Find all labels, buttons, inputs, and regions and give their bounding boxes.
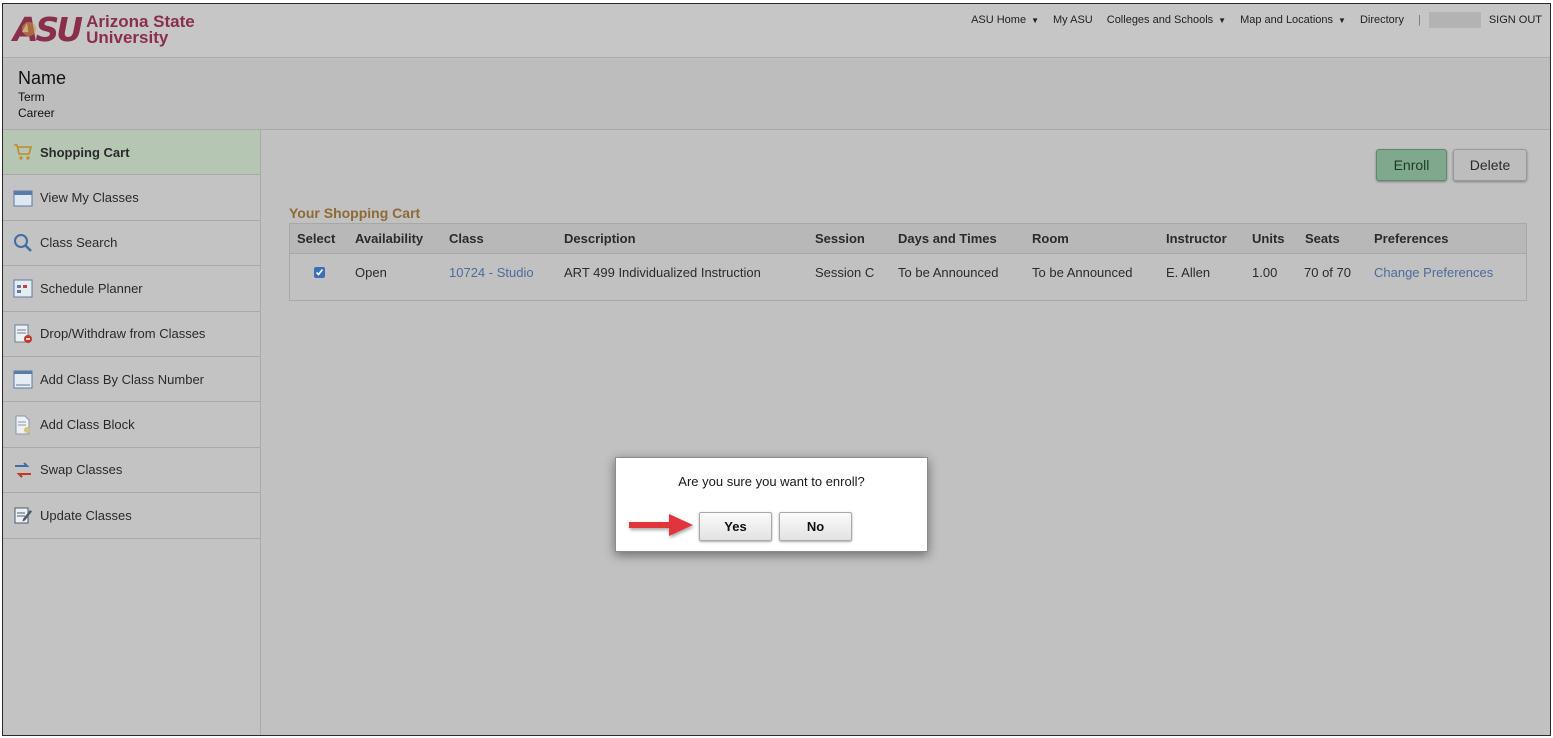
col-units: Units: [1252, 231, 1285, 246]
sidebar-item-swap-classes[interactable]: Swap Classes: [3, 448, 260, 494]
table-row: Open 10724 - Studio ART 499 Individualiz…: [290, 254, 1526, 290]
shopping-cart-table: Select Availability Class Description Se…: [289, 223, 1527, 301]
nav-directory[interactable]: Directory: [1360, 14, 1404, 26]
calendar-add-icon: [12, 368, 34, 390]
yes-button[interactable]: Yes: [699, 512, 772, 541]
select-checkbox[interactable]: [314, 266, 325, 278]
no-button[interactable]: No: [779, 512, 852, 541]
sidebar-item-label: Class Search: [40, 235, 118, 251]
search-icon: [12, 232, 34, 254]
col-days-times: Days and Times: [898, 231, 997, 246]
asu-logo[interactable]: ASU Arizona State University: [13, 13, 195, 47]
col-select: Select: [297, 231, 336, 246]
description-cell: ART 499 Individualized Instruction: [564, 264, 761, 280]
col-room: Room: [1032, 231, 1069, 246]
change-preferences-link[interactable]: Change Preferences: [1374, 254, 1493, 290]
nav-colleges-label: Colleges and Schools: [1106, 14, 1214, 26]
instructor-cell: E. Allen: [1166, 264, 1211, 280]
caret-down-icon: ▼: [1031, 15, 1040, 25]
sidebar-item-label: Add Class Block: [40, 417, 135, 433]
edit-icon: [12, 504, 34, 526]
calendar-icon: [12, 187, 34, 209]
units-cell: 1.00: [1252, 264, 1278, 280]
sidebar-item-shopping-cart[interactable]: Shopping Cart: [3, 130, 260, 176]
nav-map-label: Map and Locations: [1240, 14, 1334, 26]
global-nav: ASU Home ▼ My ASU Colleges and Schools ▼…: [957, 12, 1542, 28]
delete-button[interactable]: Delete: [1453, 149, 1527, 181]
user-name-redacted: [1428, 12, 1481, 28]
student-career: Career: [18, 106, 55, 120]
sidebar-item-label: Shopping Cart: [40, 144, 130, 160]
seats-cell: 70 of 70: [1304, 264, 1351, 280]
nav-colleges-and-schools[interactable]: Colleges and Schools ▼: [1107, 14, 1226, 26]
col-session: Session: [815, 231, 865, 246]
student-identity: Name Term Career: [3, 59, 1550, 130]
session-cell: Session C: [815, 264, 875, 280]
nav-my-asu[interactable]: My ASU: [1053, 14, 1093, 26]
planner-icon: [12, 277, 34, 299]
sidebar-item-label: View My Classes: [40, 190, 139, 206]
sidebar-item-label: Schedule Planner: [40, 280, 143, 296]
nav-asu-home[interactable]: ASU Home ▼: [971, 14, 1039, 26]
sign-out-link[interactable]: SIGN OUT: [1489, 14, 1542, 26]
col-preferences: Preferences: [1374, 231, 1449, 246]
col-class: Class: [449, 231, 484, 246]
nav-separator: |: [1417, 14, 1421, 26]
nav-my-asu-label: My ASU: [1053, 14, 1093, 26]
shopping-cart-title: Your Shopping Cart: [289, 205, 421, 221]
nav-map-and-locations[interactable]: Map and Locations ▼: [1240, 14, 1346, 26]
sidebar-item-add-class-block[interactable]: Add Class Block: [3, 402, 260, 448]
class-link[interactable]: 10724 - Studio: [449, 254, 534, 290]
sidebar-item-add-class-by-number[interactable]: Add Class By Class Number: [3, 357, 260, 403]
select-cell: [290, 254, 325, 290]
top-bar: ASU Arizona State University ASU Home ▼ …: [3, 4, 1550, 58]
logo-wordmark: Arizona State University: [86, 13, 195, 47]
nav-directory-label: Directory: [1359, 14, 1404, 26]
sidebar: Shopping Cart View My Classes Class Sear…: [3, 130, 261, 735]
swap-arrows-icon: [12, 459, 34, 481]
main-content: Enroll Delete Your Shopping Cart Select …: [262, 130, 1550, 735]
logo-line-2: University: [86, 27, 169, 47]
drop-icon: [12, 323, 34, 345]
caret-down-icon: ▼: [1218, 15, 1227, 25]
col-seats: Seats: [1305, 231, 1340, 246]
col-availability: Availability: [355, 231, 424, 246]
app-window: ASU Arizona State University ASU Home ▼ …: [2, 3, 1551, 736]
col-instructor: Instructor: [1166, 231, 1227, 246]
dialog-question: Are you sure you want to enroll?: [678, 474, 865, 489]
sidebar-item-update-classes[interactable]: Update Classes: [3, 493, 260, 539]
days-times-cell: To be Announced: [898, 264, 999, 280]
student-term: Term: [18, 90, 45, 104]
sidebar-item-label: Update Classes: [40, 507, 132, 523]
sidebar-item-view-my-classes[interactable]: View My Classes: [3, 175, 260, 221]
sidebar-item-label: Drop/Withdraw from Classes: [40, 326, 206, 342]
red-arrow-icon: [629, 514, 693, 536]
sidebar-item-label: Add Class By Class Number: [40, 371, 204, 387]
table-header: Select Availability Class Description Se…: [290, 224, 1526, 254]
room-cell: To be Announced: [1032, 264, 1133, 280]
col-description: Description: [564, 231, 636, 246]
availability-cell: Open: [355, 264, 387, 280]
sidebar-item-class-search[interactable]: Class Search: [3, 221, 260, 267]
asu-logo-mark: ASU: [13, 13, 83, 46]
student-name: Name: [18, 68, 67, 88]
enroll-button[interactable]: Enroll: [1376, 149, 1447, 181]
document-icon: [12, 414, 34, 436]
cart-icon: [12, 141, 34, 163]
sidebar-item-drop-withdraw[interactable]: Drop/Withdraw from Classes: [3, 312, 260, 357]
sidebar-item-label: Swap Classes: [40, 462, 123, 478]
sunburst-icon: [15, 15, 43, 43]
sidebar-item-schedule-planner[interactable]: Schedule Planner: [3, 266, 260, 312]
nav-asu-home-label: ASU Home: [971, 14, 1027, 26]
caret-down-icon: ▼: [1338, 15, 1346, 25]
